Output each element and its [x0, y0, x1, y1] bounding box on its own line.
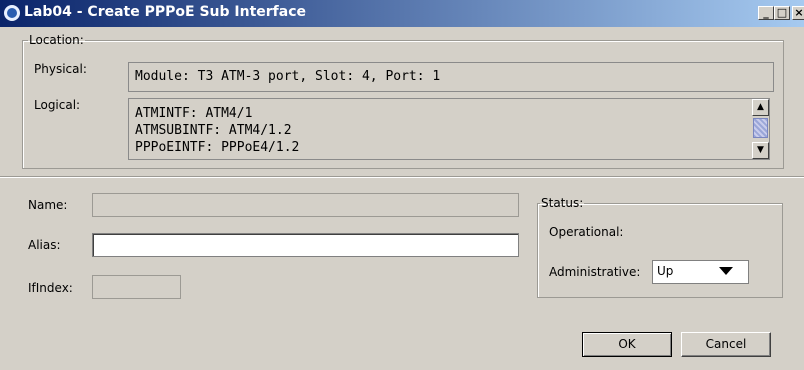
status-legend: Status: [541, 196, 584, 210]
ifindex-label: IfIndex: [28, 281, 73, 295]
physical-field: Module: T3 ATM-3 port, Slot: 4, Port: 1 [128, 62, 774, 92]
logical-line: PPPoEINTF: PPPoE4/1.2 [135, 140, 300, 155]
maximize-button[interactable]: □ [774, 6, 790, 20]
logical-line: ATMINTF: ATM4/1 [135, 106, 253, 121]
administrative-selected-value: Up [657, 264, 674, 278]
physical-value: Module: T3 ATM-3 port, Slot: 4, Port: 1 [135, 69, 441, 84]
alias-label: Alias: [28, 238, 61, 252]
operational-label: Operational: [549, 225, 624, 239]
close-button[interactable]: × [792, 6, 804, 20]
alias-input[interactable] [92, 233, 519, 257]
administrative-label: Administrative: [549, 265, 641, 279]
administrative-select[interactable]: Up [652, 260, 749, 284]
dropdown-arrow-icon[interactable] [719, 267, 733, 275]
minimize-button[interactable]: _ [758, 6, 774, 20]
logical-textarea[interactable]: ATMINTF: ATM4/1 ATMSUBINTF: ATM4/1.2 PPP… [128, 98, 770, 160]
logical-label: Logical: [34, 98, 81, 112]
physical-label: Physical: [34, 62, 87, 76]
logical-line: ATMSUBINTF: ATM4/1.2 [135, 123, 292, 138]
cancel-button[interactable]: Cancel [681, 332, 771, 357]
ifindex-field [92, 275, 181, 299]
dialog-window: Lab04 - Create PPPoE Sub Interface _ □ ×… [0, 0, 804, 370]
logical-scrollbar[interactable]: ▲ ▼ [752, 99, 769, 159]
name-field [92, 193, 519, 217]
window-title: Lab04 - Create PPPoE Sub Interface [24, 4, 306, 20]
ok-button[interactable]: OK [582, 332, 672, 357]
app-globe-icon [4, 5, 20, 21]
location-legend: Location: [29, 33, 84, 47]
section-divider [0, 176, 804, 178]
scroll-down-arrow-icon[interactable]: ▼ [752, 142, 769, 159]
scroll-up-arrow-icon[interactable]: ▲ [752, 99, 769, 116]
title-bar[interactable]: Lab04 - Create PPPoE Sub Interface _ □ × [0, 0, 804, 27]
scroll-thumb[interactable] [753, 118, 768, 138]
name-label: Name: [28, 198, 68, 212]
